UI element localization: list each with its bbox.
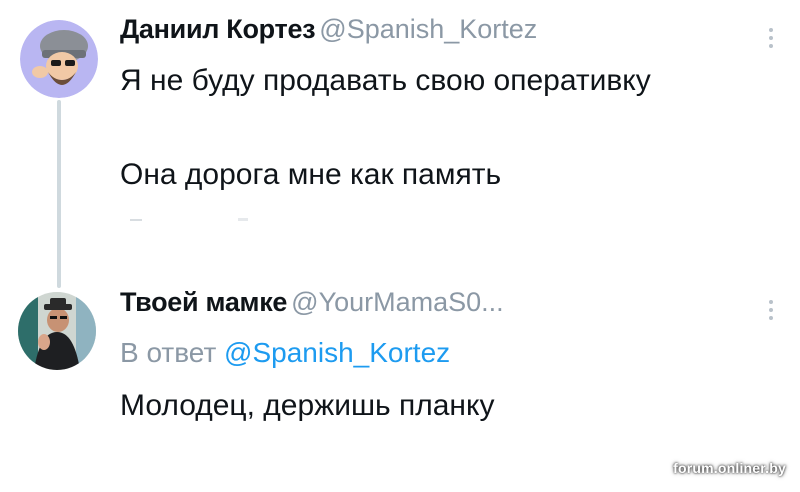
reply-to-mention[interactable]: @Spanish_Kortez: [224, 337, 450, 368]
display-name[interactable]: Даниил Кортез: [120, 14, 316, 44]
cartoon-bearded-man-with-hat-icon: [20, 20, 98, 98]
man-pointing-photo-icon: [18, 292, 96, 370]
avatar-daniil[interactable]: [20, 20, 98, 98]
reply-to-prefix: В ответ: [120, 337, 217, 368]
tweet-text-line-1: Молодец, держишь планку: [120, 389, 495, 422]
thread-connector-line: [57, 100, 61, 288]
more-options-icon[interactable]: [767, 300, 775, 324]
avatar-your-mama[interactable]: [18, 292, 96, 370]
user-handle[interactable]: @YourMamaS0...: [291, 287, 504, 317]
reply-to-line: В ответ @Spanish_Kortez: [120, 337, 450, 369]
tweet-text-line-2: Она дорога мне как память: [120, 158, 502, 191]
more-options-icon[interactable]: [767, 28, 775, 52]
tweet-text-line-1: Я не буду продавать свою оперативку: [120, 64, 651, 97]
watermark: forum.onliner.by: [673, 460, 786, 476]
display-name[interactable]: Твоей мамке: [120, 287, 287, 317]
faint-artifact: [130, 219, 142, 221]
tweet-header: Даниил Кортез @Spanish_Kortez: [120, 14, 537, 45]
user-handle[interactable]: @Spanish_Kortez: [319, 14, 537, 44]
tweet-header: Твоей мамке @YourMamaS0...: [120, 287, 504, 318]
faint-artifact: [238, 218, 248, 221]
